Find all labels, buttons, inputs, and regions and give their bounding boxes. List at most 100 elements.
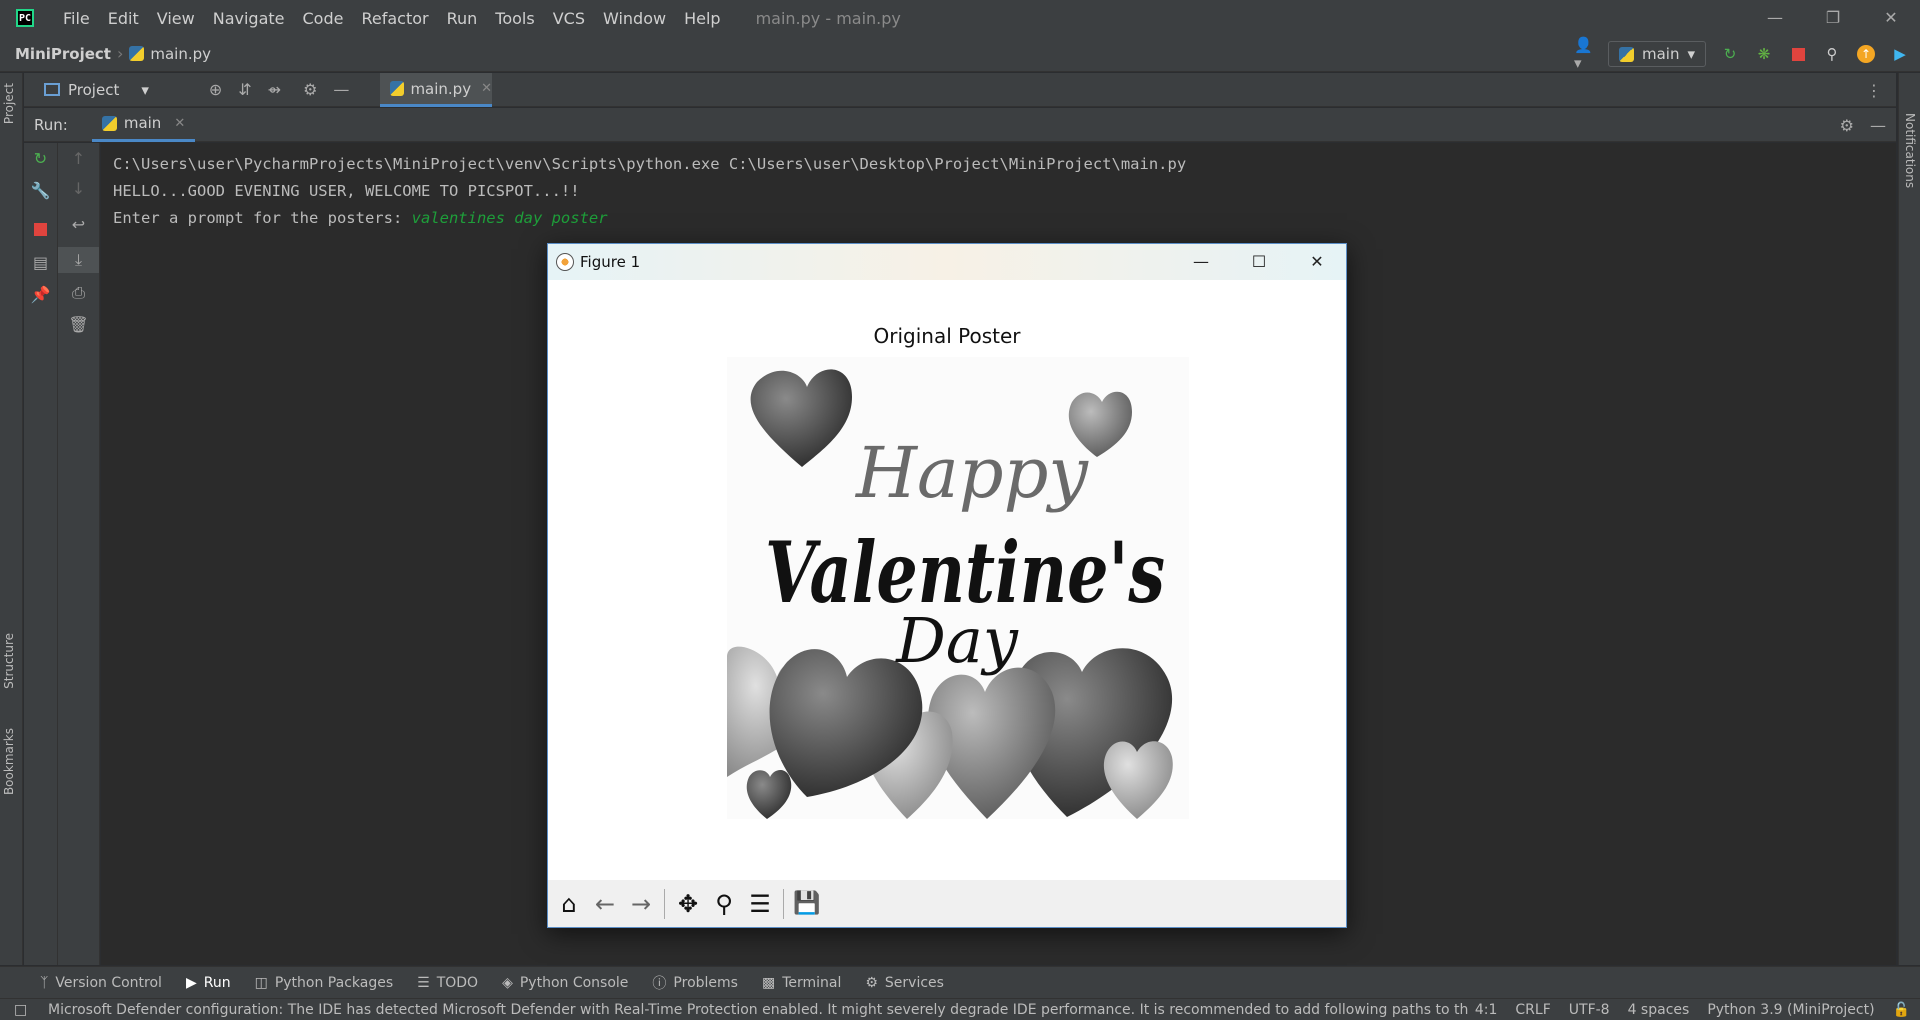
hide-icon[interactable]: — (1870, 116, 1886, 135)
forward-icon[interactable]: → (626, 889, 656, 919)
breadcrumb-file-label: main.py (150, 44, 212, 63)
minimize-icon[interactable]: — (1172, 244, 1230, 280)
restore-icon[interactable]: ❐ (1804, 0, 1862, 36)
gear-icon[interactable]: ⚙ (1840, 116, 1854, 135)
search-icon[interactable]: ⚲ (1822, 44, 1842, 64)
menu-view[interactable]: View (148, 9, 204, 28)
arrow-down-icon[interactable]: ↓ (58, 179, 99, 198)
gear-icon[interactable]: ⚙ (303, 80, 317, 99)
trash-icon[interactable]: 🗑 (58, 315, 99, 334)
indent-setting[interactable]: 4 spaces (1628, 1002, 1690, 1018)
menu-refactor[interactable]: Refactor (352, 9, 437, 28)
soft-wrap-icon[interactable]: ↩ (58, 215, 99, 234)
tab-python-console[interactable]: ◈ Python Console (502, 975, 628, 991)
rerun-icon[interactable]: ↻ (1720, 44, 1740, 64)
toolbar-separator (783, 888, 784, 919)
editor-tab-main-py[interactable]: main.py ✕ (380, 73, 492, 107)
tool-tab-bookmarks[interactable]: Bookmarks (2, 728, 16, 795)
more-options-icon[interactable]: ⋮ (1866, 81, 1882, 100)
chevron-down-icon: ▾ (141, 80, 149, 99)
collapse-all-icon[interactable]: ⇴ (268, 80, 281, 99)
python-interpreter[interactable]: Python 3.9 (MiniProject) (1707, 1002, 1874, 1018)
stop-icon[interactable] (1788, 44, 1808, 64)
zoom-icon[interactable]: ⚲ (709, 889, 739, 919)
python-icon (101, 115, 117, 131)
menu-help[interactable]: Help (675, 9, 729, 28)
lock-icon[interactable]: 🔓 (1893, 1002, 1910, 1018)
save-icon[interactable]: 💾 (792, 889, 822, 919)
close-tab-icon[interactable]: ✕ (174, 116, 185, 131)
menu-window[interactable]: Window (594, 9, 675, 28)
close-icon[interactable]: ✕ (1288, 244, 1346, 280)
figure-window: Figure 1 — ☐ ✕ Original Poster Happy Val… (547, 243, 1347, 928)
tab-problems[interactable]: ⓘ Problems (652, 973, 738, 993)
right-tool-strip: Notifications (1898, 73, 1920, 965)
jetbrains-toolbox-icon[interactable]: ▶ (1890, 44, 1910, 64)
tab-services[interactable]: ⚙ Services (865, 975, 944, 991)
figure-canvas[interactable]: Original Poster Happy Valentine's Day (548, 280, 1346, 880)
menu-file[interactable]: File (54, 9, 99, 28)
debug-icon[interactable]: ❋ (1754, 44, 1774, 64)
run-config-selector[interactable]: main ▾ (1607, 41, 1706, 67)
print-icon[interactable]: ⎙ (58, 283, 99, 303)
select-opened-file-icon[interactable]: ⊕ (209, 80, 222, 99)
tab-python-packages[interactable]: ◫ Python Packages (255, 975, 394, 991)
tab-label: Problems (673, 974, 738, 991)
run-toolbar-secondary: ↑ ↓ ↩ ⤓ ⎙ 🗑 (58, 143, 100, 965)
breadcrumb-project[interactable]: MiniProject (15, 45, 111, 63)
update-icon[interactable]: ↑ (1856, 44, 1876, 64)
project-view-selector[interactable]: Project ▾ (44, 81, 149, 99)
close-tab-icon[interactable]: ✕ (481, 81, 492, 96)
pycharm-logo-icon: PC (16, 9, 34, 27)
python-icon (1618, 46, 1634, 62)
figure-window-controls: — ☐ ✕ (1172, 244, 1346, 280)
stop-icon[interactable] (24, 221, 57, 240)
caret-position[interactable]: 4:1 (1475, 1002, 1498, 1018)
run-tab-main[interactable]: main ✕ (91, 108, 196, 142)
expand-all-icon[interactable]: ⇵ (238, 80, 251, 99)
run-label: Run: (34, 115, 68, 134)
menu-run[interactable]: Run (438, 9, 487, 28)
problems-icon: ⓘ (652, 975, 667, 992)
pan-icon[interactable]: ✥ (673, 889, 703, 919)
minimize-icon[interactable]: — (1746, 0, 1804, 36)
menu-tools[interactable]: Tools (486, 9, 543, 28)
pin-icon[interactable]: 📌 (24, 285, 57, 304)
breadcrumb-file[interactable]: main.py (129, 45, 211, 63)
rerun-icon[interactable]: ↻ (24, 149, 57, 168)
toolbar-separator (664, 888, 665, 919)
python-file-icon (129, 46, 145, 61)
folder-icon (44, 83, 60, 96)
maximize-icon[interactable]: ☐ (1230, 244, 1288, 280)
close-icon[interactable]: ✕ (1862, 0, 1920, 36)
tab-run[interactable]: ▶ Run (186, 975, 231, 991)
menu-vcs[interactable]: VCS (544, 9, 594, 28)
chevron-down-icon: ▾ (1687, 45, 1695, 63)
wrench-icon[interactable]: 🔧 (24, 181, 57, 200)
hide-icon[interactable]: — (333, 80, 349, 99)
menu-edit[interactable]: Edit (99, 9, 148, 28)
tab-version-control[interactable]: ᛉ Version Control (40, 975, 162, 991)
tool-tab-notifications[interactable]: Notifications (1903, 113, 1917, 188)
user-icon[interactable]: 👤▾ (1574, 36, 1594, 72)
menu-code[interactable]: Code (294, 9, 353, 28)
figure-title: Figure 1 (580, 253, 641, 271)
back-icon[interactable]: ← (590, 889, 620, 919)
scroll-to-end-icon[interactable]: ⤓ (58, 247, 99, 273)
toggle-tool-windows-icon[interactable]: □ (14, 1002, 27, 1018)
tool-tab-project[interactable]: Project (2, 83, 16, 124)
configure-icon[interactable]: ☰ (745, 889, 775, 919)
home-icon[interactable]: ⌂ (554, 889, 584, 919)
layout-icon[interactable]: ▤ (24, 253, 57, 272)
run-tab-label: main (123, 114, 162, 132)
tool-tab-structure[interactable]: Structure (2, 633, 16, 689)
tab-todo[interactable]: ☰ TODO (417, 975, 478, 991)
file-encoding[interactable]: UTF-8 (1569, 1002, 1610, 1018)
menu-navigate[interactable]: Navigate (204, 9, 294, 28)
console-user-input: valentines day poster (411, 209, 608, 227)
arrow-up-icon[interactable]: ↑ (58, 149, 99, 168)
status-message[interactable]: Microsoft Defender configuration: The ID… (48, 1002, 1468, 1018)
tab-terminal[interactable]: ▩ Terminal (762, 975, 841, 991)
terminal-icon: ▩ (761, 974, 776, 991)
line-separator[interactable]: CRLF (1515, 1002, 1550, 1018)
